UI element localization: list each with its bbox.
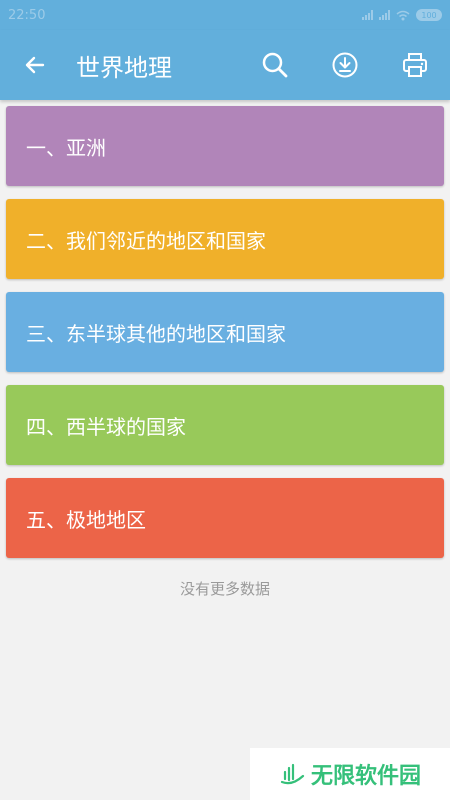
download-button[interactable]: [310, 30, 380, 100]
search-button[interactable]: [240, 30, 310, 100]
wifi-icon: [396, 10, 410, 20]
signal-icon: [362, 10, 373, 20]
list-item-label: 一、亚洲: [26, 135, 106, 160]
status-time: 22:50: [8, 7, 46, 23]
list-item[interactable]: 二、我们邻近的地区和国家: [6, 199, 444, 279]
no-more-data-text: 没有更多数据: [179, 580, 270, 598]
list-item-label: 二、我们邻近的地区和国家: [26, 228, 266, 253]
signal-icon-2: [379, 10, 390, 20]
list-item[interactable]: 三、东半球其他的地区和国家: [6, 292, 444, 372]
arrow-left-icon: [25, 56, 45, 74]
list-item-label: 四、西半球的国家: [26, 414, 186, 439]
watermark-text: 无限软件园: [310, 764, 421, 789]
list-item-label: 五、极地地区: [26, 507, 146, 532]
print-button[interactable]: [380, 30, 450, 100]
list-item[interactable]: 一、亚洲: [6, 106, 444, 186]
battery-icon: 100: [416, 9, 442, 21]
list-item[interactable]: 五、极地地区: [6, 478, 444, 558]
watermark: 无限软件园: [250, 748, 450, 800]
list-item-label: 三、东半球其他的地区和国家: [26, 321, 286, 346]
status-bar: 22:50 100: [0, 0, 450, 30]
list-item[interactable]: 四、西半球的国家: [6, 385, 444, 465]
status-icons: 100: [362, 9, 442, 21]
battery-level: 100: [421, 10, 437, 20]
back-button[interactable]: [0, 30, 70, 100]
chapter-list: 一、亚洲 二、我们邻近的地区和国家 三、东半球其他的地区和国家 四、西半球的国家…: [6, 106, 444, 571]
page-title: 世界地理: [76, 53, 172, 82]
watermark-logo-icon: [280, 763, 305, 785]
download-icon: [332, 52, 358, 78]
app-bar: 世界地理: [0, 30, 450, 100]
printer-icon: [403, 53, 427, 77]
search-icon: [262, 52, 288, 78]
